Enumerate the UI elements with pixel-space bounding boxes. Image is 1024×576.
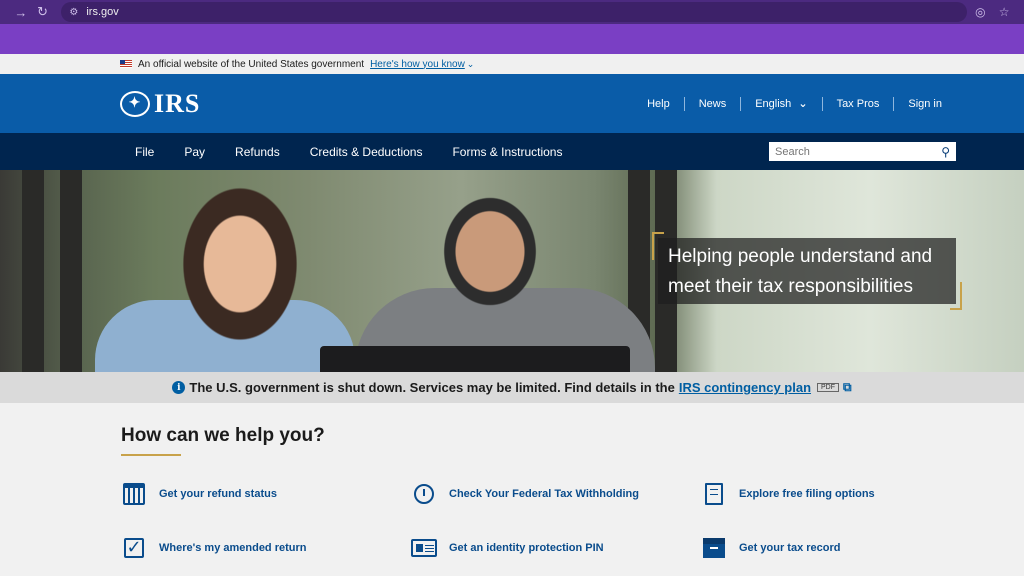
- util-help-link[interactable]: Help: [633, 97, 684, 111]
- us-flag-icon: [120, 60, 132, 68]
- nav-pay[interactable]: Pay: [184, 145, 205, 159]
- hero-window-post: [60, 170, 82, 372]
- hero-laptop: [320, 346, 630, 372]
- browser-toolbar: → ↻ ⚙ irs.gov ◎ ☆: [0, 0, 1024, 24]
- task-amended-return[interactable]: ✓ Where's my amended return: [121, 534, 411, 562]
- site-settings-icon[interactable]: ⚙: [69, 7, 78, 18]
- gov-banner-text: An official website of the United States…: [138, 58, 365, 70]
- star-icon[interactable]: ☆: [994, 5, 1014, 19]
- chevron-down-icon[interactable]: ⌄: [467, 59, 475, 70]
- task-label: Get your refund status: [159, 488, 277, 500]
- eagle-emblem-icon: ✦: [120, 90, 150, 117]
- contingency-plan-link[interactable]: IRS contingency plan: [679, 380, 811, 395]
- document-icon: [701, 482, 727, 506]
- task-label: Check Your Federal Tax Withholding: [449, 488, 639, 500]
- language-select[interactable]: English ⌄: [740, 96, 821, 111]
- title-underline: [121, 454, 181, 456]
- hero-window-post: [22, 170, 44, 372]
- task-label: Get your tax record: [739, 542, 841, 554]
- task-grid: Get your refund status Check Your Federa…: [121, 480, 1024, 562]
- task-tax-record[interactable]: Get your tax record: [701, 534, 991, 562]
- shutdown-alert: i The U.S. government is shut down. Serv…: [0, 372, 1024, 403]
- main-nav: File Pay Refunds Credits & Deductions Fo…: [0, 133, 1024, 170]
- nav-forms-instructions[interactable]: Forms & Instructions: [452, 145, 562, 159]
- forward-arrow-icon[interactable]: →: [10, 5, 32, 20]
- hero-banner: Helping people understand and meet their…: [0, 170, 1024, 372]
- url-text: irs.gov: [86, 6, 119, 18]
- alert-text: The U.S. government is shut down. Servic…: [189, 380, 675, 395]
- heres-how-you-know-link[interactable]: Here's how you know: [370, 59, 465, 70]
- chevron-down-icon: ⌄: [798, 97, 808, 110]
- search-input[interactable]: [775, 145, 942, 158]
- clock-icon: [411, 482, 437, 506]
- info-icon: i: [172, 381, 186, 394]
- help-title: How can we help you?: [121, 425, 325, 446]
- main-nav-links: File Pay Refunds Credits & Deductions Fo…: [135, 145, 592, 159]
- util-tax-pros-link[interactable]: Tax Pros: [821, 96, 894, 111]
- logo-text: IRS: [154, 88, 201, 118]
- task-identity-pin[interactable]: Get an identity protection PIN: [411, 534, 701, 562]
- task-label: Get an identity protection PIN: [449, 542, 604, 554]
- archive-box-icon: [701, 536, 727, 560]
- search-box: ⚲: [769, 142, 956, 161]
- language-label: English: [755, 97, 792, 110]
- eye-off-icon[interactable]: ◎: [971, 5, 991, 19]
- hero-person-woman-head: [150, 184, 330, 372]
- id-card-icon: [411, 536, 437, 560]
- pdf-badge: PDF: [817, 383, 840, 392]
- util-news-link[interactable]: News: [683, 96, 741, 111]
- task-label: Explore free filing options: [739, 488, 875, 500]
- external-link-icon: ⧉: [843, 380, 852, 394]
- browser-tabstrip-band: [0, 24, 1024, 54]
- irs-logo[interactable]: ✦ IRS: [120, 89, 200, 119]
- task-free-filing[interactable]: Explore free filing options: [701, 480, 991, 508]
- nav-refunds[interactable]: Refunds: [235, 145, 280, 159]
- task-label: Where's my amended return: [159, 542, 307, 554]
- hero-callout: Helping people understand and meet their…: [652, 232, 962, 310]
- hero-person-man-head: [410, 175, 570, 345]
- utility-nav: Help News English ⌄ Tax Pros Sign in: [633, 96, 956, 111]
- calendar-icon: [121, 482, 147, 506]
- nav-file[interactable]: File: [135, 145, 154, 159]
- task-tax-withholding[interactable]: Check Your Federal Tax Withholding: [411, 480, 701, 508]
- util-sign-in-link[interactable]: Sign in: [893, 96, 956, 111]
- gov-banner: An official website of the United States…: [0, 54, 1024, 74]
- nav-credits-deductions[interactable]: Credits & Deductions: [310, 145, 423, 159]
- address-bar[interactable]: ⚙ irs.gov: [61, 2, 967, 22]
- task-refund-status[interactable]: Get your refund status: [121, 480, 411, 508]
- help-section: How can we help you? Get your refund sta…: [0, 403, 1024, 562]
- checkbox-icon: ✓: [121, 536, 147, 560]
- reload-icon[interactable]: ↻: [32, 4, 54, 20]
- search-icon[interactable]: ⚲: [941, 145, 950, 159]
- site-header: ✦ IRS Help News English ⌄ Tax Pros Sign …: [0, 74, 1024, 133]
